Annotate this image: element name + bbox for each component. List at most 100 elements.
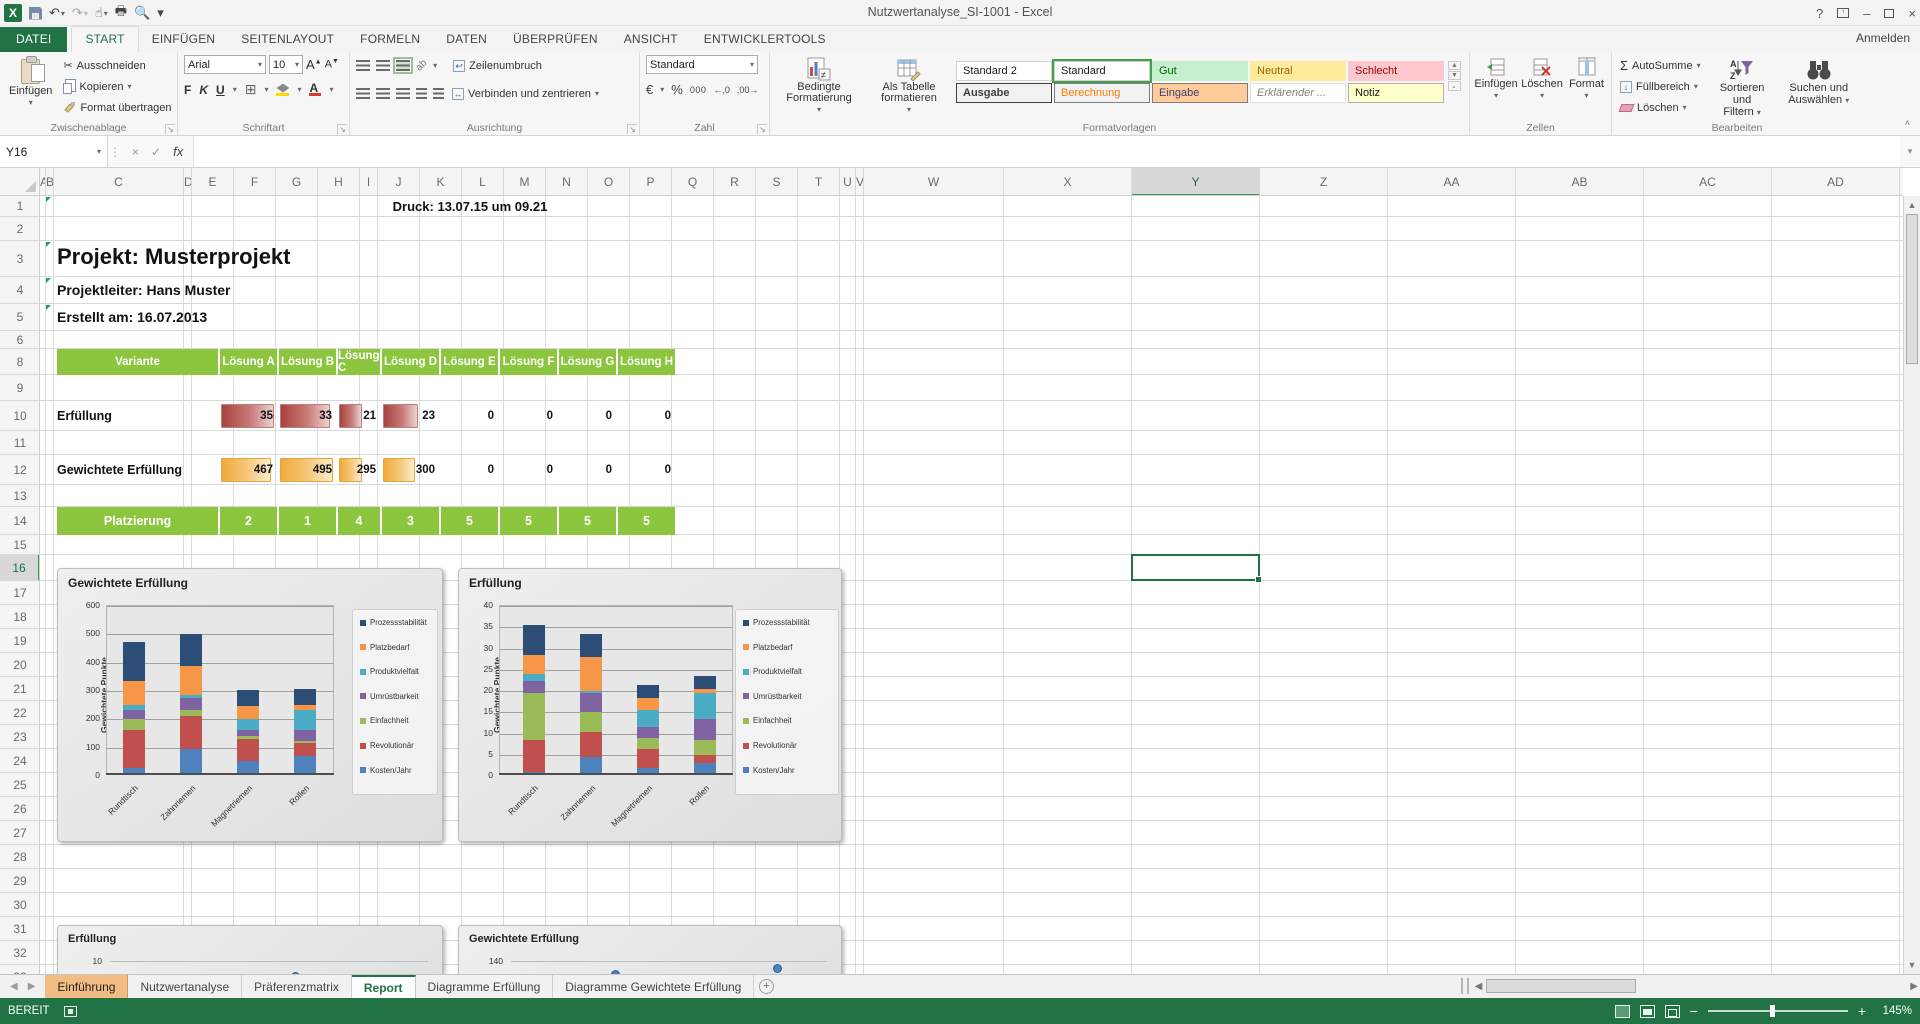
select-all-corner[interactable] [0,168,40,196]
tab-start[interactable]: START [71,26,138,52]
column-header-F[interactable]: F [234,168,276,196]
find-select-button[interactable]: Suchen undAuswählen ▾ [1782,55,1857,120]
column-header-X[interactable]: X [1004,168,1132,196]
style-chip-neutral[interactable]: Neutral [1250,61,1346,81]
column-header-AC[interactable]: AC [1644,168,1772,196]
row-header-2[interactable]: 2 [0,217,40,241]
table-header-variante[interactable]: Variante [57,349,218,375]
table-value-cell[interactable]: 0 [500,455,557,485]
tab-datei[interactable]: DATEI [0,27,67,53]
borders-button[interactable]: ⊞ [245,81,257,98]
restore-button[interactable] [1884,9,1894,18]
zoom-slider[interactable] [1708,1010,1848,1012]
align-right-icon[interactable] [396,88,410,99]
selected-cell[interactable] [1131,554,1260,581]
row-header-25[interactable]: 25 [0,773,40,797]
row-header-27[interactable]: 27 [0,821,40,845]
row-header-17[interactable]: 17 [0,581,40,605]
delete-cells-button[interactable]: Löschen▾ [1520,55,1564,102]
formula-input[interactable] [194,136,1900,167]
column-header-J[interactable]: J [378,168,420,196]
column-header-W[interactable]: W [864,168,1004,196]
row-header-16[interactable]: 16 [0,555,40,581]
horizontal-scroll-thumb[interactable] [1486,979,1636,993]
column-header-H[interactable]: H [318,168,360,196]
zoom-level[interactable]: 145% [1876,1005,1912,1017]
increase-decimal-button[interactable]: ←,0 [713,85,730,95]
font-size-combo[interactable]: 10▾ [269,55,303,74]
zoom-in-button[interactable]: + [1858,1004,1866,1018]
row-header-21[interactable]: 21 [0,677,40,701]
sheet-tab-einf-hrung[interactable]: Einführung [45,975,128,998]
column-header-B[interactable]: B [46,168,54,196]
sheet-tab-nutzwertanalyse[interactable]: Nutzwertanalyse [128,975,242,998]
tab-einfuegen[interactable]: EINFÜGEN [139,27,229,53]
decrease-indent-icon[interactable] [416,88,427,99]
table-header-loesung-E[interactable]: Lösung E [441,349,498,375]
column-header-N[interactable]: N [546,168,588,196]
table-value-cell[interactable]: 23 [382,401,439,431]
name-box[interactable]: Y16▾ [0,136,108,167]
row-header-10[interactable]: 10 [0,401,40,431]
tab-ansicht[interactable]: ANSICHT [611,27,691,53]
orientation-button[interactable]: ab [414,58,430,74]
tab-ueberpruefen[interactable]: ÜBERPRÜFEN [500,27,611,53]
row-header-14[interactable]: 14 [0,507,40,535]
font-dialog-launcher[interactable]: ↘ [337,124,347,134]
table-header-loesung-F[interactable]: Lösung F [500,349,557,375]
format-painter-button[interactable]: Format übertragen [61,97,173,118]
row-header-22[interactable]: 22 [0,701,40,725]
table-row-label-platzierung[interactable]: Platzierung [57,507,218,535]
autosum-button[interactable]: ΣAutoSumme▾ [1618,55,1703,76]
column-header-AA[interactable]: AA [1388,168,1516,196]
font-name-combo[interactable]: Arial▾ [184,55,266,74]
platzierung-cell[interactable]: 4 [338,507,380,535]
shrink-font-button[interactable]: A▼ [325,58,339,71]
table-value-cell[interactable]: 300 [382,455,439,485]
tab-seitenlayout[interactable]: SEITENLAYOUT [228,27,347,53]
column-header-O[interactable]: O [588,168,630,196]
row-header-29[interactable]: 29 [0,869,40,893]
prev-sheet-icon[interactable]: ◀ [10,981,18,992]
table-header-loesung-G[interactable]: Lösung G [559,349,616,375]
table-value-cell[interactable]: 0 [441,455,498,485]
table-value-cell[interactable]: 467 [220,455,277,485]
row-header-13[interactable]: 13 [0,485,40,507]
table-value-cell[interactable]: 33 [279,401,336,431]
page-break-view-button[interactable] [1665,1005,1680,1018]
row-header-6[interactable]: 6 [0,331,40,349]
sheet-tab-diagramme-erf-llung[interactable]: Diagramme Erfüllung [416,975,554,998]
table-value-cell[interactable]: 0 [618,455,675,485]
vertical-scrollbar[interactable]: ▲ ▼ [1903,196,1920,974]
style-chip-eingabe[interactable]: Eingabe [1152,83,1248,103]
style-chip-erkl[interactable]: Erklärender ... [1250,83,1346,103]
table-value-cell[interactable]: 0 [559,455,616,485]
sign-in-link[interactable]: Anmelden [1856,31,1910,45]
row-header-18[interactable]: 18 [0,605,40,629]
platzierung-cell[interactable]: 2 [220,507,277,535]
increase-indent-icon[interactable] [433,88,444,99]
ribbon-display-options-button[interactable]: ↑ [1837,8,1849,18]
italic-button[interactable]: K [199,83,208,97]
row-header-30[interactable]: 30 [0,893,40,917]
table-value-cell[interactable]: 35 [220,401,277,431]
tab-formeln[interactable]: FORMELN [347,27,433,53]
platzierung-cell[interactable]: 3 [382,507,439,535]
table-value-cell[interactable]: 0 [441,401,498,431]
cut-button[interactable]: ✂Ausschneiden [61,55,173,76]
table-header-loesung-H[interactable]: Lösung H [618,349,675,375]
platzierung-cell[interactable]: 5 [500,507,557,535]
align-middle-icon[interactable] [376,60,390,71]
row-header-31[interactable]: 31 [0,917,40,941]
zoom-slider-thumb[interactable] [1770,1005,1775,1017]
horizontal-scrollbar[interactable]: ◀ ▶ [1461,974,1918,998]
column-header-P[interactable]: P [630,168,672,196]
row-header-32[interactable]: 32 [0,941,40,965]
platzierung-cell[interactable]: 1 [279,507,336,535]
insert-cells-button[interactable]: Einfügen▾ [1474,55,1518,102]
scroll-left-icon[interactable]: ◀ [1475,981,1483,992]
column-header-Z[interactable]: Z [1260,168,1388,196]
expand-formula-bar-button[interactable]: ▾ [1900,136,1920,167]
chart-bottom-erf-llung[interactable]: Erfüllung10 [57,925,443,974]
column-header-L[interactable]: L [462,168,504,196]
